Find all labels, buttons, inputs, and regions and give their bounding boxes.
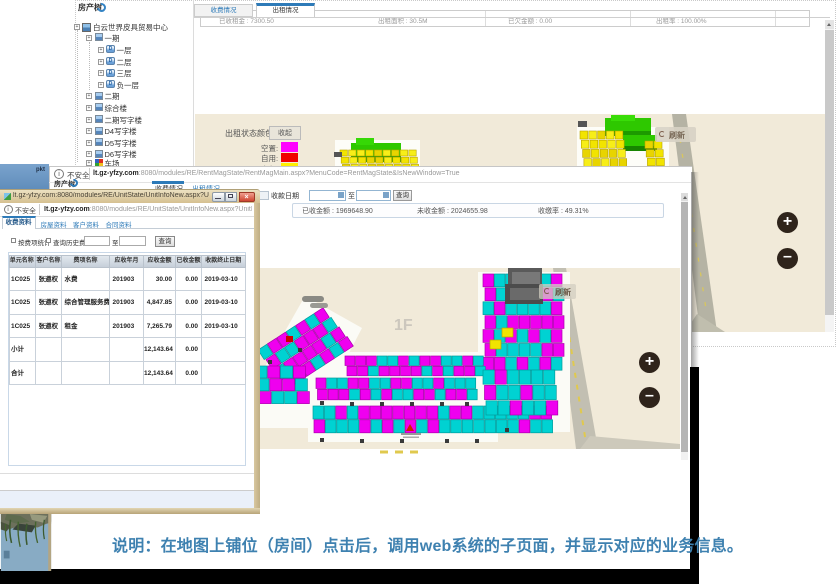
svg-text:1F: 1F bbox=[394, 317, 413, 334]
